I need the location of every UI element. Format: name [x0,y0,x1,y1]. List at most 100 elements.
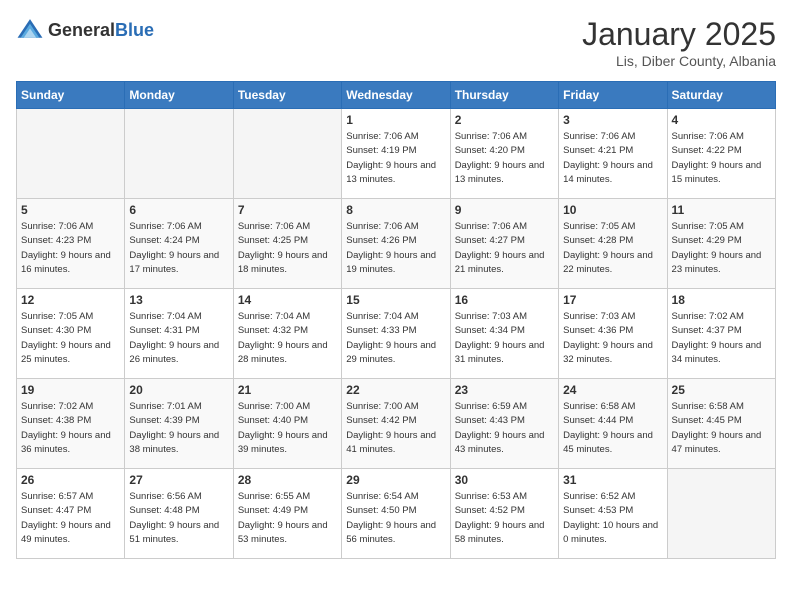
calendar-cell: 7 Sunrise: 7:06 AMSunset: 4:25 PMDaylight… [233,199,341,289]
day-number: 24 [563,383,662,397]
calendar-cell [233,109,341,199]
logo: GeneralBlue [16,16,154,44]
day-info: Sunrise: 7:06 AMSunset: 4:25 PMDaylight:… [238,220,337,277]
day-number: 28 [238,473,337,487]
day-info: Sunrise: 7:01 AMSunset: 4:39 PMDaylight:… [129,400,228,457]
day-number: 21 [238,383,337,397]
day-info: Sunrise: 7:06 AMSunset: 4:22 PMDaylight:… [672,130,771,187]
day-info: Sunrise: 7:06 AMSunset: 4:23 PMDaylight:… [21,220,120,277]
calendar-cell: 6Sunrise: 7:06 AMSunset: 4:24 PMDaylight… [125,199,233,289]
col-header-tuesday: Tuesday [233,82,341,109]
day-info: Sunrise: 7:04 AMSunset: 4:31 PMDaylight:… [129,310,228,367]
col-header-wednesday: Wednesday [342,82,450,109]
day-info: Sunrise: 6:53 AMSunset: 4:52 PMDaylight:… [455,490,554,547]
day-info: Sunrise: 6:52 AMSunset: 4:53 PMDaylight:… [563,490,662,547]
day-number: 30 [455,473,554,487]
calendar-cell: 20Sunrise: 7:01 AMSunset: 4:39 PMDayligh… [125,379,233,469]
calendar-cell: 19 Sunrise: 7:02 AMSunset: 4:38 PMDayligh… [17,379,125,469]
day-info: Sunrise: 6:58 AMSunset: 4:44 PMDaylight:… [563,400,662,457]
calendar-week-row: 26 Sunrise: 6:57 AMSunset: 4:47 PMDayligh… [17,469,776,559]
day-number: 1 [346,113,445,127]
day-number: 26 [21,473,120,487]
calendar-week-row: 1 Sunrise: 7:06 AMSunset: 4:19 PMDaylight… [17,109,776,199]
day-number: 13 [129,293,228,307]
calendar-cell: 1 Sunrise: 7:06 AMSunset: 4:19 PMDaylight… [342,109,450,199]
day-number: 11 [672,203,771,217]
day-number: 27 [129,473,228,487]
day-info: Sunrise: 7:03 AMSunset: 4:36 PMDaylight:… [563,310,662,367]
day-number: 19 [21,383,120,397]
day-info: Sunrise: 7:06 AMSunset: 4:24 PMDaylight:… [129,220,228,277]
day-number: 22 [346,383,445,397]
day-number: 9 [455,203,554,217]
day-number: 7 [238,203,337,217]
col-header-monday: Monday [125,82,233,109]
day-number: 8 [346,203,445,217]
calendar-week-row: 12Sunrise: 7:05 AMSunset: 4:30 PMDayligh… [17,289,776,379]
day-number: 10 [563,203,662,217]
calendar-cell: 4Sunrise: 7:06 AMSunset: 4:22 PMDaylight… [667,109,775,199]
calendar-week-row: 19 Sunrise: 7:02 AMSunset: 4:38 PMDayligh… [17,379,776,469]
day-number: 14 [238,293,337,307]
calendar-cell: 30 Sunrise: 6:53 AMSunset: 4:52 PMDayligh… [450,469,558,559]
calendar-cell: 12Sunrise: 7:05 AMSunset: 4:30 PMDayligh… [17,289,125,379]
day-number: 25 [672,383,771,397]
day-info: Sunrise: 7:05 AMSunset: 4:28 PMDaylight:… [563,220,662,277]
calendar-cell: 17Sunrise: 7:03 AMSunset: 4:36 PMDayligh… [559,289,667,379]
calendar-cell: 8Sunrise: 7:06 AMSunset: 4:26 PMDaylight… [342,199,450,289]
day-info: Sunrise: 7:06 AMSunset: 4:20 PMDaylight:… [455,130,554,187]
day-number: 3 [563,113,662,127]
day-number: 31 [563,473,662,487]
day-info: Sunrise: 6:58 AMSunset: 4:45 PMDaylight:… [672,400,771,457]
calendar-cell: 9 Sunrise: 7:06 AMSunset: 4:27 PMDaylight… [450,199,558,289]
calendar-cell [125,109,233,199]
day-info: Sunrise: 7:03 AMSunset: 4:34 PMDaylight:… [455,310,554,367]
calendar-cell: 25 Sunrise: 6:58 AMSunset: 4:45 PMDayligh… [667,379,775,469]
calendar-table: SundayMondayTuesdayWednesdayThursdayFrid… [16,81,776,559]
calendar-cell [667,469,775,559]
day-info: Sunrise: 7:05 AMSunset: 4:30 PMDaylight:… [21,310,120,367]
day-info: Sunrise: 6:57 AMSunset: 4:47 PMDaylight:… [21,490,120,547]
calendar-cell: 10 Sunrise: 7:05 AMSunset: 4:28 PMDayligh… [559,199,667,289]
calendar-cell: 27 Sunrise: 6:56 AMSunset: 4:48 PMDayligh… [125,469,233,559]
col-header-sunday: Sunday [17,82,125,109]
day-number: 5 [21,203,120,217]
calendar-cell: 14 Sunrise: 7:04 AMSunset: 4:32 PMDayligh… [233,289,341,379]
calendar-cell: 16 Sunrise: 7:03 AMSunset: 4:34 PMDayligh… [450,289,558,379]
calendar-cell: 5 Sunrise: 7:06 AMSunset: 4:23 PMDaylight… [17,199,125,289]
calendar-header-row: SundayMondayTuesdayWednesdayThursdayFrid… [17,82,776,109]
day-info: Sunrise: 6:59 AMSunset: 4:43 PMDaylight:… [455,400,554,457]
calendar-cell: 21Sunrise: 7:00 AMSunset: 4:40 PMDayligh… [233,379,341,469]
location-title: Lis, Diber County, Albania [582,53,776,69]
calendar-cell: 28Sunrise: 6:55 AMSunset: 4:49 PMDayligh… [233,469,341,559]
day-info: Sunrise: 7:06 AMSunset: 4:21 PMDaylight:… [563,130,662,187]
calendar-week-row: 5 Sunrise: 7:06 AMSunset: 4:23 PMDaylight… [17,199,776,289]
day-info: Sunrise: 6:56 AMSunset: 4:48 PMDaylight:… [129,490,228,547]
day-number: 2 [455,113,554,127]
day-info: Sunrise: 7:00 AMSunset: 4:42 PMDaylight:… [346,400,445,457]
col-header-thursday: Thursday [450,82,558,109]
calendar-cell: 11Sunrise: 7:05 AMSunset: 4:29 PMDayligh… [667,199,775,289]
page-header: GeneralBlue January 2025 Lis, Diber Coun… [16,16,776,69]
calendar-cell: 23Sunrise: 6:59 AMSunset: 4:43 PMDayligh… [450,379,558,469]
calendar-cell: 26 Sunrise: 6:57 AMSunset: 4:47 PMDayligh… [17,469,125,559]
col-header-friday: Friday [559,82,667,109]
day-info: Sunrise: 7:02 AMSunset: 4:38 PMDaylight:… [21,400,120,457]
day-number: 18 [672,293,771,307]
col-header-saturday: Saturday [667,82,775,109]
calendar-cell: 24 Sunrise: 6:58 AMSunset: 4:44 PMDayligh… [559,379,667,469]
calendar-cell: 3 Sunrise: 7:06 AMSunset: 4:21 PMDaylight… [559,109,667,199]
day-info: Sunrise: 6:54 AMSunset: 4:50 PMDaylight:… [346,490,445,547]
calendar-cell: 29Sunrise: 6:54 AMSunset: 4:50 PMDayligh… [342,469,450,559]
logo-text: GeneralBlue [48,20,154,41]
calendar-cell [17,109,125,199]
day-number: 16 [455,293,554,307]
calendar-cell: 15Sunrise: 7:04 AMSunset: 4:33 PMDayligh… [342,289,450,379]
day-info: Sunrise: 7:06 AMSunset: 4:27 PMDaylight:… [455,220,554,277]
day-info: Sunrise: 7:04 AMSunset: 4:32 PMDaylight:… [238,310,337,367]
calendar-cell: 2 Sunrise: 7:06 AMSunset: 4:20 PMDaylight… [450,109,558,199]
day-info: Sunrise: 7:06 AMSunset: 4:19 PMDaylight:… [346,130,445,187]
day-number: 15 [346,293,445,307]
title-block: January 2025 Lis, Diber County, Albania [582,16,776,69]
logo-icon [16,16,44,44]
